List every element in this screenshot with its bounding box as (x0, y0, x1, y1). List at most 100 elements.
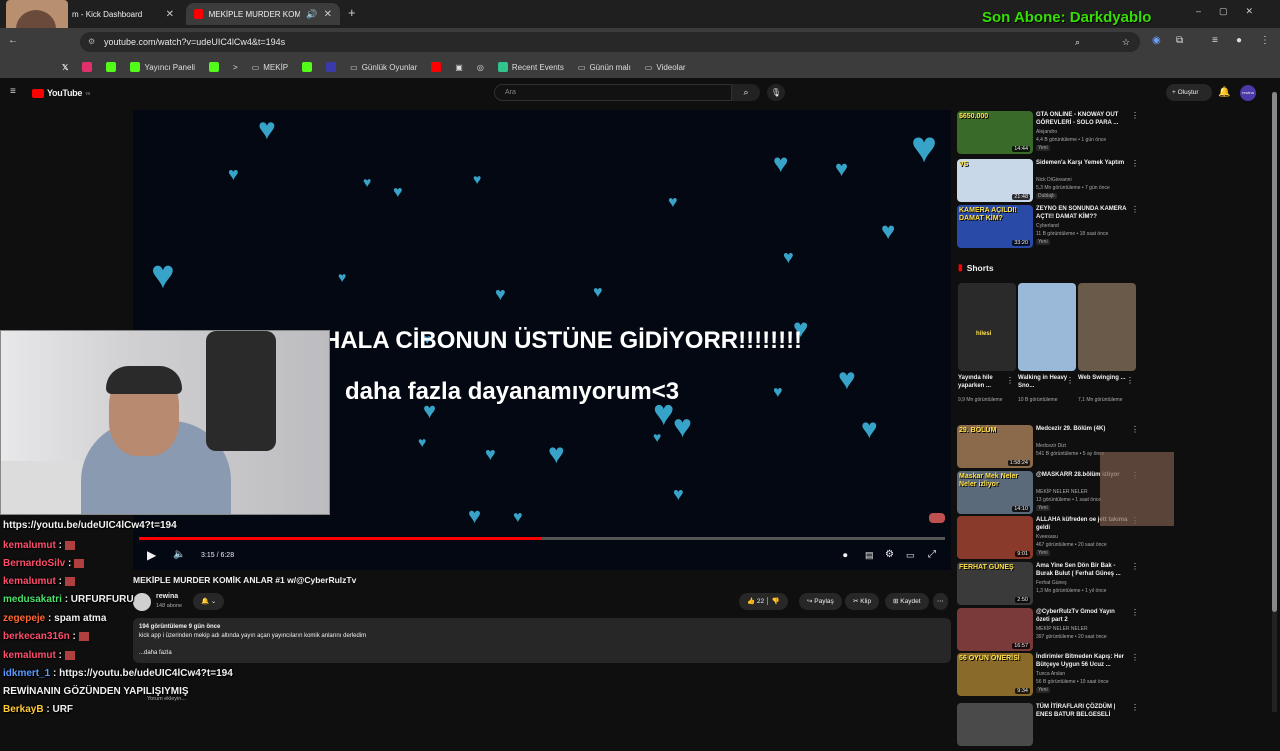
chat-username[interactable]: berkecan316n (3, 631, 70, 642)
channel-name[interactable]: Tunca Arslan (1036, 671, 1065, 677)
window-controls[interactable]: –▢✕ (1196, 6, 1271, 17)
chat-username[interactable]: kemalumut (3, 540, 56, 551)
autoplay-toggle-icon[interactable]: ⏺ (843, 550, 848, 561)
clip-button[interactable]: ✂ Klip (845, 593, 880, 610)
bookmark-recent-events[interactable]: Recent Events (497, 62, 564, 72)
bookmark-yayinci-paneli[interactable]: Yayıncı Paneli (130, 62, 195, 72)
profile-icon[interactable]: ● (1236, 35, 1242, 46)
notifications-bell-icon[interactable]: 🔔 (1218, 87, 1230, 98)
channel-name[interactable]: MEKİP NELER NELER (1036, 626, 1088, 632)
video-title[interactable]: TÜM İTİRAFLARI ÇÖZDÜM | ENES BATUR BELGE… (1036, 703, 1128, 719)
bookmark-star-icon[interactable]: ☆ (1122, 32, 1130, 52)
video-thumbnail[interactable]: Maskar Mek Neler Neler izliyor 14:10 (957, 471, 1033, 514)
chat-username[interactable]: idkmert_1 (3, 668, 50, 679)
recommended-video[interactable]: FERHAT GÜNEŞ 2:50 Ama Yine Sen Dön Bir Bak… (957, 562, 1177, 610)
save-button[interactable]: ⊞ Kaydet (885, 593, 929, 610)
video-thumbnail[interactable]: 29. BÖLÜM 1:58:24 (957, 425, 1033, 468)
new-tab-button[interactable]: + (348, 5, 356, 20)
fullscreen-icon[interactable]: ⤢ (928, 549, 936, 560)
video-thumbnail[interactable]: $650.000 14:44 (957, 111, 1033, 154)
more-options-icon[interactable]: ⋮ (1131, 562, 1139, 571)
tab-kick-dashboard[interactable]: m - Kick Dashboard ✕ (64, 3, 182, 25)
recommended-video[interactable]: KAMERA AÇILDI! DAMAT KİM? 33:20 ZEYNO EN S… (957, 205, 1177, 253)
chat-username[interactable]: BernardoSilv (3, 558, 65, 569)
chat-username[interactable]: zegepeje (3, 613, 45, 624)
channel-name[interactable]: Nick DiGiovanni (1036, 177, 1072, 183)
subtitles-icon[interactable]: ▤ (865, 550, 874, 561)
terminal-icon[interactable]: > (233, 63, 238, 72)
more-options-icon[interactable]: ⋮ (1131, 159, 1139, 168)
short-thumbnail[interactable]: hilesi (958, 283, 1016, 371)
video-title[interactable]: Ama Yine Sen Dön Bir Bak - Burak Bulut (… (1036, 562, 1128, 578)
more-options-icon[interactable]: ⋮ (1131, 703, 1139, 712)
chat-username[interactable]: kemalumut (3, 576, 56, 587)
search-input[interactable]: Ara (494, 84, 732, 101)
video-title[interactable]: @CyberRulzTv Gmod Yayın özeti part 2 (1036, 608, 1128, 624)
bookmark-gunluk-oyunlar[interactable]: ▭ Günlük Oyunlar (350, 63, 417, 72)
hamburger-icon[interactable]: ≡ (10, 86, 16, 97)
scrollbar-thumb[interactable] (1272, 92, 1277, 612)
bookmark-mekip[interactable]: ▭ MEKİP (252, 63, 288, 72)
short-title[interactable]: Walking in Heavy Sno... (1018, 374, 1068, 390)
chat-username[interactable]: kemalumut (3, 650, 56, 661)
settings-gear-icon[interactable]: ⚙ (885, 549, 894, 560)
recommended-video[interactable]: TÜM İTİRAFLARI ÇÖZDÜM | ENES BATUR BELGE… (957, 703, 1177, 751)
speaker-icon[interactable]: 🔊 (306, 9, 317, 20)
back-icon[interactable]: ← (8, 35, 18, 46)
video-thumbnail[interactable]: FERHAT GÜNEŞ 2:50 (957, 562, 1033, 605)
more-options-icon[interactable]: ⋮ (1126, 376, 1134, 385)
more-options-icon[interactable]: ⋮ (1131, 111, 1139, 120)
scrollbar[interactable] (1272, 92, 1277, 712)
queue-icon[interactable]: ≡ (1212, 35, 1218, 46)
miniplayer-icon[interactable]: ▭ (906, 550, 915, 561)
more-options-icon[interactable]: ⋮ (1066, 376, 1074, 385)
video-title[interactable]: Medcezir 29. Bölüm (4K) (1036, 425, 1128, 433)
channel-name[interactable]: Ferhat Güneş (1036, 580, 1067, 586)
x-icon[interactable]: 𝕏 (62, 63, 68, 72)
chat-username[interactable]: BerkayB (3, 704, 44, 715)
video-title[interactable]: Sidemen'a Karşı Yemek Yaptım (1036, 159, 1128, 167)
menu-icon[interactable]: ⋮ (1260, 35, 1270, 46)
close-icon[interactable]: ✕ (166, 9, 174, 20)
more-options-icon[interactable]: ⋮ (1006, 376, 1014, 385)
video-thumbnail[interactable]: 16:57 (957, 608, 1033, 651)
video-title[interactable]: ZEYNO EN SONUNDA KAMERA AÇTI!! DAMAT KİM… (1036, 205, 1128, 221)
like-button[interactable]: 👍 22 │ 👎 (739, 593, 788, 610)
video-thumbnail[interactable]: 9:01 (957, 516, 1033, 559)
app-icon[interactable] (326, 62, 337, 72)
recommended-video[interactable]: VS 21:48 Sidemen'a Karşı Yemek Yaptım Nick … (957, 159, 1177, 207)
bookmark-videolar[interactable]: ▭ Videolar (645, 63, 686, 72)
video-title[interactable]: GTA ONLINE - KNOWAY OUT GÖREVLERİ - SOLO… (1036, 111, 1128, 127)
puzzle-icon[interactable]: ⧉ (1176, 35, 1183, 46)
video-title[interactable]: İndirimler Bitmeden Kapış: Her Bütçeye U… (1036, 653, 1128, 669)
microphone-icon[interactable]: 🎙 (767, 84, 785, 101)
video-thumbnail[interactable] (957, 703, 1033, 746)
url-field[interactable]: ⚙ youtube.com/watch?v=udeUIC4lCw4&t=194s… (80, 32, 1140, 52)
recommended-video[interactable]: 16:57 @CyberRulzTv Gmod Yayın özeti part … (957, 608, 1177, 656)
globe-icon[interactable]: ◎ (477, 63, 484, 72)
kick-app-icon[interactable] (209, 62, 219, 72)
more-actions-icon[interactable]: ⋯ (933, 593, 948, 610)
short-thumbnail[interactable] (1018, 283, 1076, 371)
youtube-logo[interactable]: YouTube TR (32, 88, 90, 98)
more-options-icon[interactable]: ⋮ (1131, 608, 1139, 617)
video-thumbnail[interactable]: 56 OYUN ÖNERİSİ 9:34 (957, 653, 1033, 696)
channel-watermark[interactable] (929, 513, 945, 523)
channel-name[interactable]: Alejandro (1036, 129, 1057, 135)
channel-name[interactable]: Medcezir Dizi (1036, 443, 1066, 449)
image-icon[interactable]: ▣ (455, 63, 463, 72)
short-title[interactable]: Web Swinging ... (1078, 374, 1128, 382)
more-options-icon[interactable]: ⋮ (1131, 425, 1139, 434)
short-title[interactable]: Yayında hile yaparken ... (958, 374, 1008, 390)
tab-youtube[interactable]: MEKİPLE MURDER KOMİK A 🔊 ✕ (186, 3, 340, 25)
more-options-icon[interactable]: ⋮ (1131, 205, 1139, 214)
extension-icon[interactable]: ◉ (1152, 35, 1161, 46)
short-thumbnail[interactable] (1078, 283, 1136, 371)
instagram-icon[interactable] (82, 62, 93, 72)
youtube-icon[interactable] (431, 62, 442, 72)
share-button[interactable]: ↪ Paylaş (799, 593, 842, 610)
bookmark-gunun-mali[interactable]: ▭ Günün malı (578, 63, 631, 72)
avatar[interactable]: rewina (1240, 85, 1256, 101)
kick-icon[interactable] (302, 62, 313, 72)
search-icon[interactable]: ⌕ (732, 84, 760, 101)
